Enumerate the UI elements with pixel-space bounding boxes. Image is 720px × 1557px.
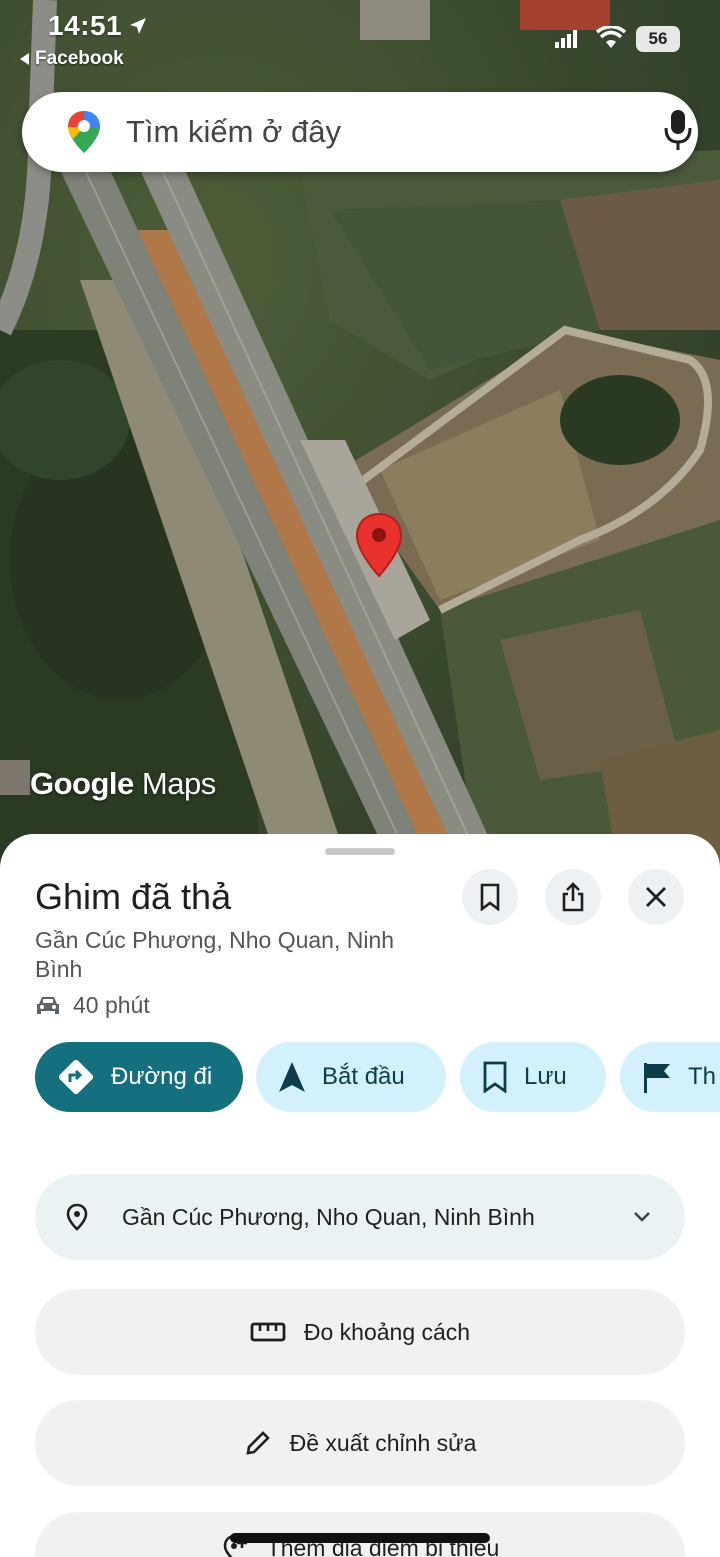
cellular-signal-icon <box>555 30 577 48</box>
save-label: Lưu <box>524 1063 567 1090</box>
start-navigation-button[interactable]: Bắt đầu <box>256 1042 446 1112</box>
share-button[interactable] <box>545 869 601 925</box>
address-row-text: Gần Cúc Phương, Nho Quan, Ninh Bình <box>122 1204 535 1230</box>
share-icon <box>562 882 584 912</box>
microphone-icon[interactable] <box>662 108 694 152</box>
address-row[interactable]: Gần Cúc Phương, Nho Quan, Ninh Bình <box>35 1174 685 1260</box>
battery-indicator: 56 <box>636 26 680 52</box>
close-button[interactable] <box>628 869 684 925</box>
flag-icon <box>642 1061 672 1093</box>
more-label: Th <box>688 1063 717 1090</box>
bookmark-icon <box>480 883 500 911</box>
drive-time-label: 40 phút <box>73 992 150 1018</box>
home-indicator[interactable] <box>230 1533 490 1543</box>
drive-time: 40 phút <box>35 992 150 1019</box>
google-maps-pin-icon <box>68 111 100 153</box>
google-maps-watermark: Google Maps <box>30 766 216 801</box>
pencil-icon <box>246 1431 270 1455</box>
save-chip[interactable]: Lưu <box>460 1042 606 1112</box>
place-address: Gần Cúc Phương, Nho Quan, Ninh Bình <box>35 927 395 982</box>
back-to-app-link[interactable]: Facebook <box>20 48 124 70</box>
drag-handle[interactable] <box>325 848 395 855</box>
directions-icon <box>57 1058 95 1096</box>
directions-label: Đường đi <box>111 1063 213 1090</box>
more-chip[interactable]: Th <box>620 1042 720 1112</box>
clock: 14:51 <box>48 10 123 41</box>
place-bottom-sheet: Ghim đã thả Gần Cúc Phương, Nho Quan, Ni… <box>0 834 720 1557</box>
status-bar: 14:51 Facebook 56 <box>0 0 720 80</box>
location-arrow-icon <box>130 18 146 34</box>
wifi-icon <box>596 26 626 48</box>
car-icon <box>37 996 59 1014</box>
save-bookmark-button[interactable] <box>462 869 518 925</box>
navigation-arrow-icon <box>278 1061 306 1093</box>
back-app-label: Facebook <box>35 48 124 69</box>
back-triangle-icon <box>20 53 29 65</box>
start-label: Bắt đầu <box>322 1063 405 1090</box>
suggest-edit-label: Đề xuất chỉnh sửa <box>289 1429 477 1456</box>
place-title: Ghim đã thả <box>35 876 232 917</box>
action-chips: Đường đi Bắt đầu Lưu Th <box>35 1042 720 1112</box>
dropped-pin-marker[interactable] <box>354 512 404 578</box>
close-icon <box>646 887 666 907</box>
measure-label: Đo khoảng cách <box>303 1318 471 1345</box>
search-input[interactable]: Tìm kiếm ở đây <box>126 114 341 150</box>
suggest-edit-button[interactable]: Đề xuất chỉnh sửa <box>35 1400 685 1486</box>
directions-button[interactable]: Đường đi <box>35 1042 243 1112</box>
location-pin-icon <box>66 1203 88 1231</box>
measure-distance-button[interactable]: Đo khoảng cách <box>35 1289 685 1375</box>
chevron-down-icon[interactable] <box>633 1211 651 1223</box>
bookmark-icon <box>482 1061 508 1093</box>
search-bar[interactable]: Tìm kiếm ở đây <box>22 92 698 172</box>
ruler-icon <box>250 1322 286 1342</box>
